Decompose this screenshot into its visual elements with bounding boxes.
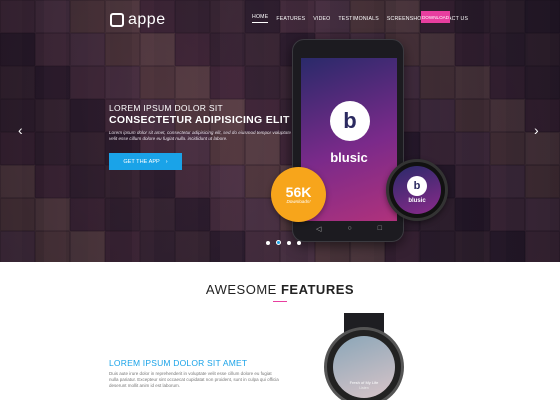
watch-face: b blusic — [393, 166, 441, 214]
watch-app-name: blusic — [408, 198, 426, 204]
logo[interactable]: appe — [110, 11, 166, 29]
nav-home[interactable]: HOME — [252, 14, 269, 23]
features-title-underline — [273, 301, 287, 302]
get-the-app-button[interactable]: GET THE APP › — [109, 153, 182, 170]
slide-dot[interactable] — [287, 240, 291, 245]
downloads-label: Downloads! — [286, 199, 311, 204]
feature-heading: LOREM IPSUM DOLOR SIT AMET — [109, 358, 248, 368]
features-title-light: AWESOME — [205, 282, 281, 297]
app-name: blusic — [330, 150, 368, 165]
download-button[interactable]: DOWNLOAD — [421, 11, 450, 23]
watch-song-artist: Listen — [359, 386, 369, 390]
blusic-logo-icon: b — [330, 101, 370, 141]
slide-dot-active[interactable] — [276, 240, 281, 245]
smartwatch-image: Fresh of My Life Listen — [318, 313, 410, 400]
downloads-count: 56K — [285, 184, 312, 200]
chevron-right-icon: › — [165, 158, 168, 165]
slide-dot[interactable] — [266, 240, 270, 245]
watch-song-title: Fresh of My Life — [349, 380, 379, 385]
watch-screen: Fresh of My Life Listen — [333, 336, 395, 398]
downloads-badge: 56K Downloads! — [271, 167, 326, 222]
recents-square-icon: □ — [377, 225, 382, 232]
hero-body: Lorem ipsum dolor sit amet, consectetur … — [109, 130, 292, 141]
slide-dot[interactable] — [297, 240, 301, 245]
features-title-bold: FEATURES — [280, 282, 355, 297]
watch-mockup: b blusic — [386, 159, 448, 221]
hero-title-line2: CONSECTETUR ADIPISICING ELIT — [109, 114, 290, 126]
feature-body: Duis aute irure dolor in reprehenderit i… — [109, 371, 279, 388]
phone-softkeys: ◁ ○ □ — [303, 225, 395, 233]
home-circle-icon: ○ — [347, 225, 352, 232]
nav-features[interactable]: FEATURES — [276, 16, 305, 22]
features-title: AWESOME FEATURES — [0, 282, 560, 297]
chevron-left-icon[interactable]: ‹ — [18, 123, 23, 137]
nav-testimonials[interactable]: TESTIMONIALS — [338, 16, 378, 22]
back-icon: ◁ — [316, 226, 322, 233]
slider-dots — [266, 240, 301, 245]
watch-case: Fresh of My Life Listen — [324, 327, 404, 400]
nav-video[interactable]: VIDEO — [313, 16, 330, 22]
get-the-app-label: GET THE APP — [123, 158, 160, 165]
logo-text: appe — [128, 11, 166, 28]
nav-screenshot[interactable]: SCREENSHOT — [387, 16, 425, 22]
chevron-right-icon[interactable]: › — [534, 123, 539, 137]
hero-title-line1: LOREM IPSUM DOLOR SIT — [109, 103, 223, 113]
logo-icon — [110, 13, 124, 27]
blusic-watch-logo-icon: b — [407, 176, 427, 196]
hero-section: appe HOME FEATURES VIDEO TESTIMONIALS SC… — [0, 0, 560, 262]
